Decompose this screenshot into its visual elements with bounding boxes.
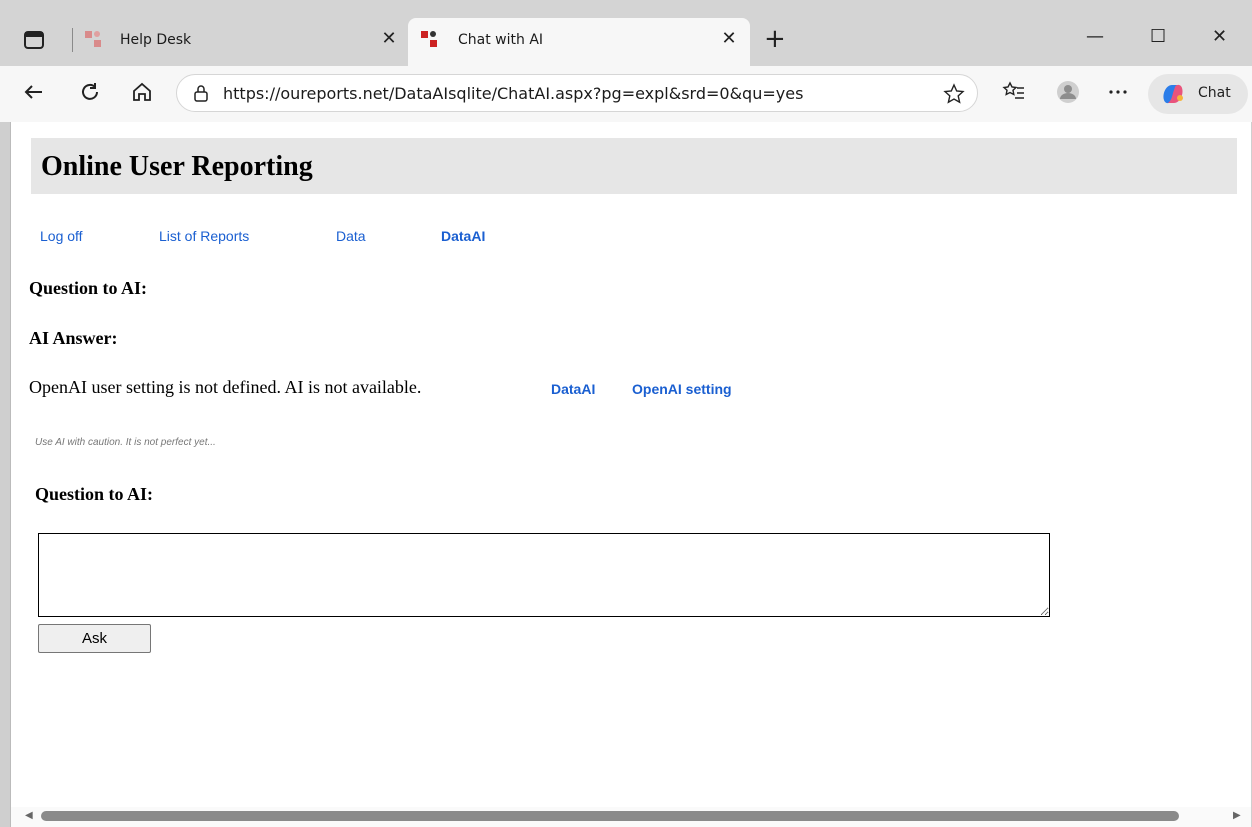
nav-log-off-link[interactable]: Log off (40, 228, 83, 244)
scroll-right-icon[interactable]: ▶ (1233, 810, 1241, 821)
page-content: Online User Reporting Log off List of Re… (10, 122, 1251, 827)
question-heading: Question to AI: (29, 278, 148, 298)
back-icon[interactable] (22, 80, 46, 104)
close-tab-icon[interactable]: ✕ (718, 28, 740, 49)
favorites-icon[interactable] (1002, 80, 1026, 104)
scroll-left-icon[interactable]: ◀ (25, 810, 33, 821)
minimize-icon[interactable]: — (1086, 26, 1104, 47)
copilot-icon (1163, 84, 1183, 104)
dataai-link[interactable]: DataAI (551, 381, 595, 397)
answer-heading: AI Answer: (29, 328, 118, 348)
ask-button[interactable]: Ask (38, 624, 151, 653)
page-header: Online User Reporting (31, 138, 1237, 194)
tab-help-desk[interactable]: Help Desk ✕ (84, 22, 402, 58)
nav-dataai-link[interactable]: DataAI (441, 228, 485, 244)
nav-data-link[interactable]: Data (336, 228, 366, 244)
close-tab-icon[interactable]: ✕ (378, 28, 400, 49)
tab-actions-icon[interactable] (22, 28, 46, 52)
refresh-icon[interactable] (78, 80, 102, 104)
profile-avatar-icon[interactable] (1056, 80, 1080, 104)
url-text: https://oureports.net/DataAIsqlite/ChatA… (223, 84, 804, 103)
page-title: Online User Reporting (41, 151, 313, 182)
nav-list-of-reports-link[interactable]: List of Reports (159, 228, 249, 244)
tab-label: Help Desk (120, 32, 192, 48)
more-options-icon[interactable] (1106, 80, 1130, 104)
tab-separator (72, 28, 73, 52)
openai-setting-link[interactable]: OpenAI setting (632, 381, 732, 397)
copilot-label: Chat (1198, 85, 1231, 101)
lock-icon[interactable] (191, 83, 211, 103)
browser-tab-strip: Help Desk ✕ Chat with AI ✕ + — ☐ ✕ (0, 0, 1252, 66)
maximize-icon[interactable]: ☐ (1150, 26, 1166, 47)
answer-text: OpenAI user setting is not defined. AI i… (29, 377, 422, 397)
new-tab-icon[interactable]: + (764, 24, 786, 54)
question-textarea[interactable] (38, 533, 1050, 617)
scrollbar-thumb[interactable] (41, 811, 1179, 821)
favorite-star-icon[interactable] (943, 83, 965, 105)
favicon-icon (421, 31, 437, 47)
tab-label: Chat with AI (458, 32, 544, 48)
question-input-heading: Question to AI: (35, 484, 154, 504)
tab-chat-with-ai[interactable]: Chat with AI ✕ (420, 22, 750, 58)
home-icon[interactable] (130, 80, 154, 104)
address-bar[interactable]: https://oureports.net/DataAIsqlite/ChatA… (176, 74, 978, 112)
copilot-chat-button[interactable]: Chat (1148, 74, 1248, 114)
favicon-icon (85, 31, 101, 47)
close-window-icon[interactable]: ✕ (1212, 26, 1227, 47)
horizontal-scrollbar[interactable]: ◀ ▶ (11, 807, 1251, 827)
browser-toolbar: https://oureports.net/DataAIsqlite/ChatA… (0, 66, 1252, 122)
caution-note: Use AI with caution. It is not perfect y… (35, 437, 216, 448)
